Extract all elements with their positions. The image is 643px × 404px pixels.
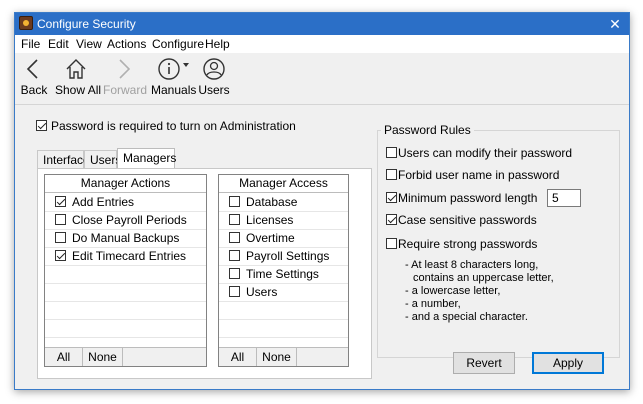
- menu-configure[interactable]: Configure: [152, 37, 204, 51]
- show-all-label: Show All: [55, 83, 102, 97]
- managers-tab-panel: Manager Actions Add Entries Close Payrol…: [37, 168, 372, 379]
- users-modify-label: Users can modify their password: [398, 146, 573, 160]
- admin-password-label: Password is required to turn on Administ…: [51, 119, 296, 133]
- chevron-right-icon: [119, 59, 131, 79]
- time-settings-label: Time Settings: [246, 267, 319, 281]
- revert-button[interactable]: Revert: [453, 352, 515, 374]
- manager-actions-header: Manager Actions: [45, 175, 206, 193]
- close-payroll-periods-checkbox[interactable]: [55, 214, 66, 225]
- strong-rule-line: - a lowercase letter,: [405, 285, 501, 297]
- strong-rule-line: - and a special character.: [405, 311, 528, 323]
- info-icon: [158, 58, 189, 80]
- payroll-settings-checkbox[interactable]: [229, 250, 240, 261]
- menu-actions[interactable]: Actions: [107, 37, 146, 51]
- list-item: [45, 301, 206, 320]
- list-item: [45, 319, 206, 338]
- manager-access-footer: All None: [219, 347, 348, 366]
- manager-actions-footer: All None: [45, 347, 206, 366]
- password-rules-title: Password Rules: [381, 123, 474, 137]
- tab-managers[interactable]: Managers: [117, 148, 176, 168]
- manuals-button[interactable]: Manuals: [151, 57, 197, 101]
- home-icon: [66, 59, 86, 79]
- database-label: Database: [246, 195, 298, 209]
- list-item[interactable]: Close Payroll Periods: [45, 211, 206, 230]
- case-sensitive-label: Case sensitive passwords: [398, 213, 537, 227]
- list-item[interactable]: Licenses: [219, 211, 348, 230]
- forbid-username-checkbox[interactable]: [386, 169, 397, 180]
- manager-access-all-button[interactable]: All: [219, 348, 257, 366]
- list-item[interactable]: Do Manual Backups: [45, 229, 206, 248]
- strong-rule-line: - At least 8 characters long,: [405, 259, 539, 271]
- min-length-input[interactable]: 5: [547, 189, 581, 207]
- manuals-label: Manuals: [151, 83, 197, 97]
- forward-button[interactable]: Forward: [103, 57, 148, 101]
- configure-security-window: Configure Security ✕ File Edit View Acti…: [14, 12, 630, 390]
- require-strong-checkbox[interactable]: [386, 238, 397, 249]
- chevron-left-icon: [26, 59, 38, 79]
- menu-bar: File Edit View Actions Configure Help: [15, 35, 629, 53]
- back-button[interactable]: Back: [19, 57, 49, 101]
- close-payroll-periods-label: Close Payroll Periods: [72, 213, 187, 227]
- app-icon: [19, 16, 33, 30]
- title-bar: Configure Security ✕: [15, 13, 629, 35]
- menu-edit[interactable]: Edit: [48, 37, 69, 51]
- list-item[interactable]: Database: [219, 193, 348, 212]
- menu-view[interactable]: View: [76, 37, 102, 51]
- admin-password-checkbox[interactable]: [36, 120, 47, 131]
- manager-access-none-button[interactable]: None: [257, 348, 297, 366]
- strong-rule-line: - a number,: [405, 298, 461, 310]
- forbid-username-label: Forbid user name in password: [398, 168, 560, 182]
- close-button[interactable]: ✕: [601, 13, 629, 35]
- users-access-label: Users: [246, 285, 278, 299]
- time-settings-checkbox[interactable]: [229, 268, 240, 279]
- users-label: Users: [198, 83, 230, 97]
- forward-label: Forward: [103, 83, 148, 97]
- overtime-label: Overtime: [246, 231, 295, 245]
- do-manual-backups-checkbox[interactable]: [55, 232, 66, 243]
- licenses-checkbox[interactable]: [229, 214, 240, 225]
- list-item: [45, 283, 206, 302]
- edit-timecard-entries-checkbox[interactable]: [55, 250, 66, 261]
- window-title: Configure Security: [37, 17, 136, 31]
- tab-interface[interactable]: Interface: [37, 150, 90, 168]
- manager-actions-all-button[interactable]: All: [45, 348, 83, 366]
- strong-rule-line: contains an uppercase letter,: [413, 272, 554, 284]
- do-manual-backups-label: Do Manual Backups: [72, 231, 180, 245]
- list-item[interactable]: Overtime: [219, 229, 348, 248]
- apply-button[interactable]: Apply: [532, 352, 604, 374]
- min-length-checkbox[interactable]: [386, 192, 397, 203]
- toolbar: Back Show All Forward Manuals Users: [15, 54, 629, 105]
- list-item: [219, 301, 348, 320]
- add-entries-checkbox[interactable]: [55, 196, 66, 207]
- edit-timecard-entries-label: Edit Timecard Entries: [72, 249, 187, 263]
- manager-access-list: Manager Access Database Licenses Overtim…: [218, 174, 349, 367]
- menu-file[interactable]: File: [21, 37, 40, 51]
- case-sensitive-checkbox[interactable]: [386, 214, 397, 225]
- users-button[interactable]: Users: [198, 57, 230, 101]
- min-length-label: Minimum password length: [398, 191, 538, 205]
- licenses-label: Licenses: [246, 213, 294, 227]
- database-checkbox[interactable]: [229, 196, 240, 207]
- users-access-checkbox[interactable]: [229, 286, 240, 297]
- list-item[interactable]: Users: [219, 283, 348, 302]
- manager-actions-none-button[interactable]: None: [83, 348, 123, 366]
- menu-help[interactable]: Help: [205, 37, 230, 51]
- list-item[interactable]: Edit Timecard Entries: [45, 247, 206, 266]
- users-modify-checkbox[interactable]: [386, 147, 397, 158]
- tab-users[interactable]: Users: [84, 150, 121, 168]
- list-item: [45, 265, 206, 284]
- overtime-checkbox[interactable]: [229, 232, 240, 243]
- payroll-settings-label: Payroll Settings: [246, 249, 330, 263]
- manager-access-header: Manager Access: [219, 175, 348, 193]
- user-icon: [203, 58, 225, 80]
- manager-actions-list: Manager Actions Add Entries Close Payrol…: [44, 174, 207, 367]
- require-strong-label: Require strong passwords: [398, 237, 538, 251]
- back-label: Back: [20, 83, 48, 97]
- list-item[interactable]: Add Entries: [45, 193, 206, 212]
- list-item: [219, 319, 348, 338]
- list-item[interactable]: Payroll Settings: [219, 247, 348, 266]
- show-all-button[interactable]: Show All: [55, 57, 102, 101]
- list-item[interactable]: Time Settings: [219, 265, 348, 284]
- add-entries-label: Add Entries: [72, 195, 135, 209]
